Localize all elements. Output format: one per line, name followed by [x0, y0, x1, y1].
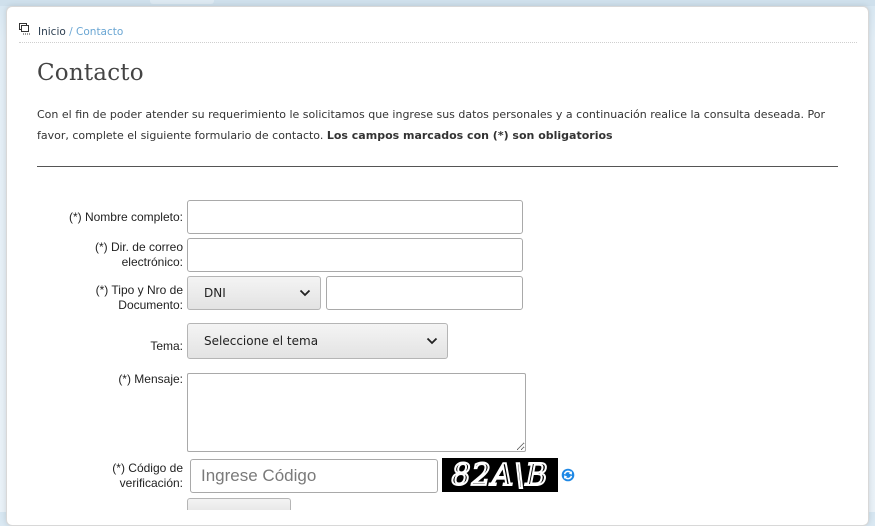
topic-label: Tema: — [150, 339, 183, 353]
topic-value: Seleccione el tema — [204, 334, 319, 348]
top-tab — [150, 0, 214, 4]
verification-code-input[interactable] — [190, 459, 438, 493]
document-label: (*) Tipo y Nro de Documento: — [13, 283, 183, 313]
page-title: Contacto — [37, 60, 144, 86]
name-input[interactable] — [187, 200, 523, 234]
chevron-down-icon — [299, 289, 311, 297]
breadcrumb-current: Contacto — [76, 26, 124, 38]
breadcrumb: Inicio / Contacto — [19, 21, 857, 43]
breadcrumb-home-link[interactable]: Inicio — [38, 26, 66, 38]
submit-button[interactable] — [187, 498, 291, 510]
email-input[interactable] — [187, 238, 523, 272]
chevron-down-icon — [426, 337, 438, 345]
code-label: (*) Código de verificación: — [13, 461, 183, 491]
intro-required-note: Los campos marcados con (*) son obligato… — [326, 129, 613, 142]
code-label-line2: verificación: — [119, 476, 183, 490]
refresh-icon[interactable] — [561, 468, 575, 482]
intro-text: Con el fin de poder atender su requerimi… — [37, 104, 837, 146]
captcha-image: 82A\B — [442, 458, 558, 492]
name-label: (*) Nombre completo: — [68, 210, 183, 224]
captcha-text: 82A\B — [452, 458, 549, 492]
document-label-line2: Documento: — [118, 298, 183, 312]
breadcrumb-icon — [19, 23, 30, 35]
code-label-line1: (*) Código de — [112, 461, 183, 475]
content-panel: Inicio / Contacto Contacto Con el fin de… — [6, 6, 869, 526]
email-label-line2: electrónico: — [121, 255, 183, 269]
topic-select[interactable]: Seleccione el tema — [187, 323, 448, 359]
message-label: (*) Mensaje: — [118, 372, 183, 386]
document-number-input[interactable] — [326, 276, 523, 310]
email-label: (*) Dir. de correo electrónico: — [13, 240, 183, 270]
divider — [37, 166, 838, 167]
message-textarea[interactable] — [187, 373, 526, 452]
breadcrumb-separator: / — [69, 26, 73, 38]
document-type-value: DNI — [204, 286, 226, 300]
document-type-select[interactable]: DNI — [187, 276, 321, 310]
document-label-line1: (*) Tipo y Nro de — [95, 283, 183, 297]
email-label-line1: (*) Dir. de correo — [94, 240, 183, 254]
